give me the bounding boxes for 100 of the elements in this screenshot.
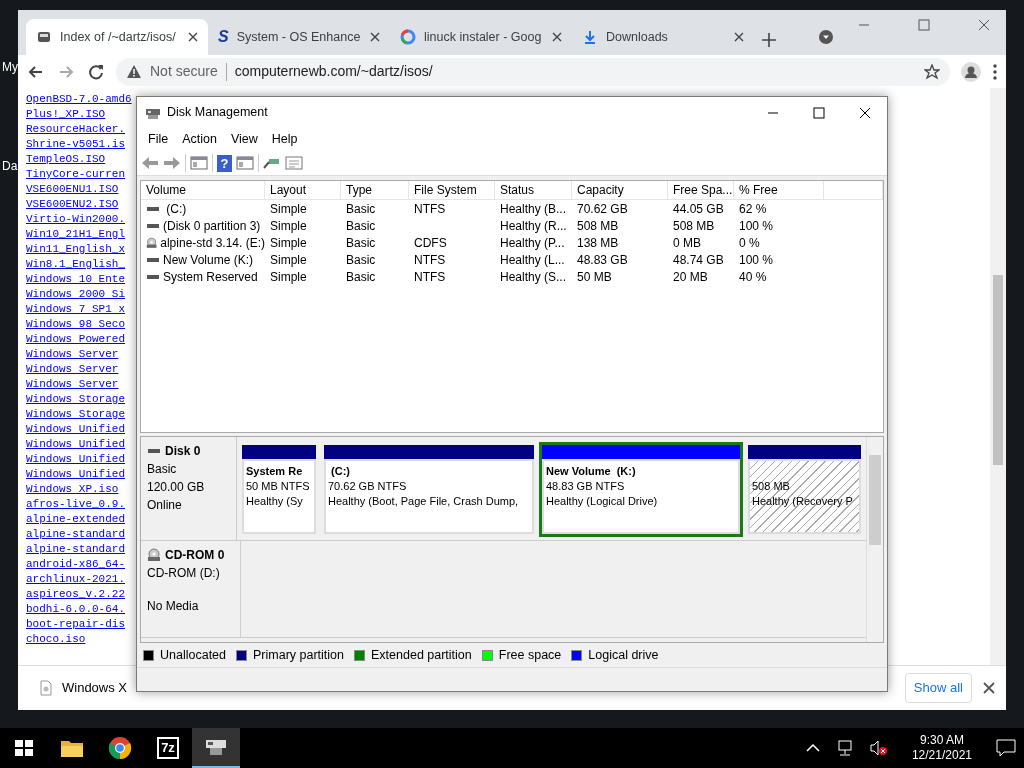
column-header[interactable]: Volume xyxy=(141,181,265,200)
back-arrow-icon[interactable] xyxy=(141,155,159,171)
desktop-icon-label[interactable]: Da xyxy=(2,157,18,175)
file-link[interactable]: Windows Storage xyxy=(26,392,136,407)
file-link[interactable]: Windows 7 SP1 x xyxy=(26,302,136,317)
table-cell-text: NTFS xyxy=(414,251,446,269)
column-header[interactable]: File System xyxy=(409,181,495,200)
file-link[interactable]: alpine-extended xyxy=(26,512,136,527)
file-link[interactable]: alpine-standard xyxy=(26,542,136,557)
disk-status: No Media xyxy=(147,598,200,615)
panel-icon[interactable] xyxy=(190,155,208,171)
column-header[interactable]: Status xyxy=(495,181,572,200)
browser-tab[interactable]: Downloads xyxy=(572,19,754,55)
table-cell-text: 20 MB xyxy=(673,268,708,286)
profile-icon[interactable] xyxy=(960,60,982,83)
file-link[interactable]: aspireos_v.2.22 xyxy=(26,587,136,602)
table-cell-text: Basic xyxy=(346,200,376,218)
taskbar-app[interactable] xyxy=(192,728,240,768)
file-link[interactable]: Windows 10 Ente xyxy=(26,272,136,287)
menu-item[interactable]: Help xyxy=(264,130,305,149)
table-cell-text: Basic xyxy=(346,251,376,269)
file-link[interactable]: Windows 98 Seco xyxy=(26,317,136,332)
column-header[interactable]: Type xyxy=(341,181,409,200)
file-link[interactable]: Windows Storage xyxy=(26,407,136,422)
star-icon[interactable] xyxy=(924,63,940,80)
address-bar[interactable]: Not secure computernewb.com/~dartz/isos/ xyxy=(116,57,950,86)
file-link[interactable]: Virtio-Win2000. xyxy=(26,212,136,227)
table-cell-text: 100 % xyxy=(739,251,774,269)
file-link[interactable]: Plus!_XP.ISO xyxy=(26,107,136,122)
taskbar-app[interactable]: 7z xyxy=(144,728,192,768)
partition-block[interactable]: New Volume (K:) 48.83 GB NTFS Healthy (Logical Drive) xyxy=(539,442,743,537)
dropdown-icon[interactable] xyxy=(818,29,834,45)
close-icon[interactable] xyxy=(982,681,996,695)
close-icon[interactable] xyxy=(859,106,871,119)
file-link[interactable]: choco.iso xyxy=(26,632,136,647)
forward-arrow-icon[interactable] xyxy=(163,155,181,171)
desktop-icon-label[interactable]: My xyxy=(2,58,18,76)
file-link[interactable]: Win11_English_x xyxy=(26,242,136,257)
close-icon[interactable] xyxy=(552,32,562,42)
file-link[interactable]: afros-live_0.9. xyxy=(26,497,136,512)
file-link[interactable]: VSE600ENU1.ISO xyxy=(26,182,136,197)
file-link[interactable]: Windows Unified xyxy=(26,422,136,437)
file-link[interactable]: bodhi-6.0.0-64. xyxy=(26,602,136,617)
column-header[interactable]: % Free xyxy=(734,181,824,200)
panel-icon[interactable] xyxy=(236,155,254,171)
network-icon[interactable] xyxy=(835,740,854,756)
column-header[interactable]: Capacity xyxy=(572,181,668,200)
file-link[interactable]: Windows Server xyxy=(26,377,136,392)
maximize-icon[interactable] xyxy=(813,106,825,119)
file-link[interactable]: Windows Unified xyxy=(26,452,136,467)
column-header[interactable]: Layout xyxy=(265,181,341,200)
volume-muted-icon[interactable] xyxy=(869,740,888,756)
partition-size: 50 MB NTFS xyxy=(246,479,311,494)
file-link[interactable]: alpine-standard xyxy=(26,527,136,542)
file-link[interactable]: Win8.1_English_ xyxy=(26,257,136,272)
file-link[interactable]: Windows XP.iso xyxy=(26,482,136,497)
column-header[interactable]: Free Spa... xyxy=(668,181,734,200)
table-cell-text: (C:) xyxy=(165,200,187,218)
menu-item[interactable]: File xyxy=(141,130,176,149)
browser-tab[interactable]: Index of /~dartz/isos/ xyxy=(26,19,208,55)
scrollbar-thumb[interactable] xyxy=(993,275,1003,465)
download-item[interactable]: Windows X xyxy=(62,678,128,698)
file-link[interactable]: VSE600ENU2.ISO xyxy=(26,197,136,212)
file-link[interactable]: android-x86_64- xyxy=(26,557,136,572)
menu-item[interactable]: View xyxy=(223,130,265,149)
file-link[interactable]: ResourceHacker. xyxy=(26,122,136,137)
file-link[interactable]: TempleOS.ISO xyxy=(26,152,136,167)
help-icon[interactable]: ? xyxy=(217,154,232,172)
file-link[interactable]: Shrine-v5051.is xyxy=(26,137,136,152)
close-icon[interactable] xyxy=(188,32,198,42)
close-icon[interactable] xyxy=(370,32,380,42)
table-cell-text: Simple xyxy=(270,251,307,269)
scrollbar[interactable] xyxy=(990,88,1006,665)
file-link[interactable]: boot-repair-dis xyxy=(26,617,136,632)
file-link[interactable]: archlinux-2021. xyxy=(26,572,136,587)
close-icon[interactable] xyxy=(734,32,744,42)
file-link[interactable]: Windows Server xyxy=(26,347,136,362)
legend-label: Extended partition xyxy=(371,646,472,664)
file-link[interactable]: Windows Unified xyxy=(26,437,136,452)
table-cell-text: Simple xyxy=(270,200,307,218)
notifications-icon[interactable] xyxy=(996,739,1016,757)
file-link[interactable]: TinyCore-curren xyxy=(26,167,136,182)
clock[interactable]: 9:30 AM 12/21/2021 xyxy=(903,733,980,763)
chevron-up-icon[interactable] xyxy=(805,743,820,753)
table-cell-text: 100 % xyxy=(739,217,774,235)
file-link[interactable]: Windows Unified xyxy=(26,467,136,482)
file-link[interactable]: Windows Server xyxy=(26,362,136,377)
drive-icon xyxy=(147,446,161,456)
scrollbar-thumb[interactable] xyxy=(869,455,881,545)
file-link[interactable]: Win10_21H1_Engl xyxy=(26,227,136,242)
browser-tab[interactable]: linuck instaler - Goog xyxy=(390,19,572,55)
site-icon: S xyxy=(218,25,229,49)
more-icon[interactable] xyxy=(992,62,998,81)
file-link[interactable]: Windows Powered xyxy=(26,332,136,347)
show-all-button[interactable]: Show all xyxy=(904,673,972,703)
scrollbar[interactable] xyxy=(866,437,883,642)
file-link[interactable]: Windows 2000 Si xyxy=(26,287,136,302)
menu-item[interactable]: Action xyxy=(175,130,224,149)
file-link[interactable]: OpenBSD-7.0-amd6 xyxy=(26,92,136,107)
browser-tab[interactable]: S System - OS Enhance xyxy=(208,19,390,55)
